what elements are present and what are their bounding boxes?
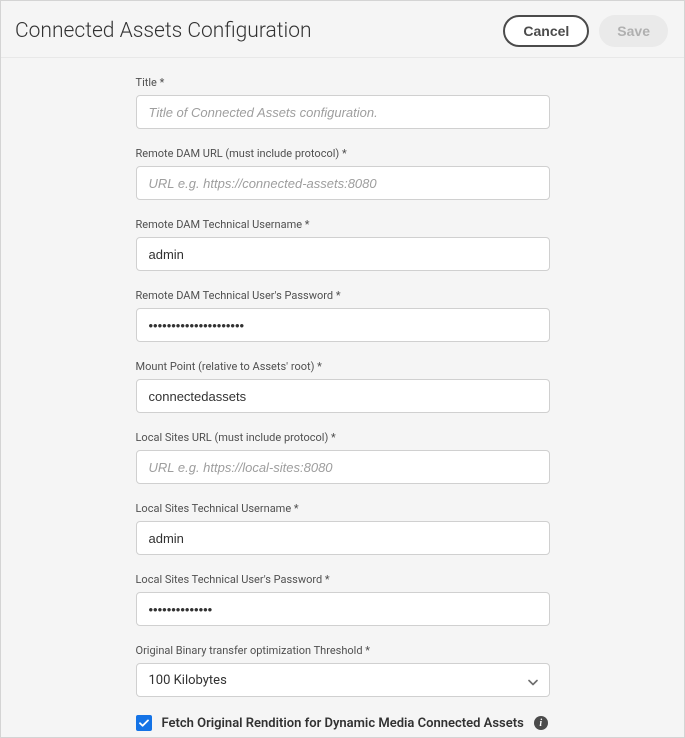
field-threshold: Original Binary transfer optimization Th… <box>136 644 550 697</box>
form-area: Title * Remote DAM URL (must include pro… <box>1 58 684 737</box>
label-local-sites-url: Local Sites URL (must include protocol) … <box>136 431 550 444</box>
checkmark-icon <box>139 719 149 728</box>
select-wrap-threshold: 100 Kilobytes <box>136 663 550 697</box>
checkbox-fetch-rendition[interactable] <box>136 715 152 731</box>
input-mount-point[interactable] <box>136 379 550 413</box>
label-remote-dam-pass: Remote DAM Technical User's Password * <box>136 289 550 302</box>
label-local-sites-user: Local Sites Technical Username * <box>136 502 550 515</box>
input-remote-dam-pass[interactable] <box>136 308 550 342</box>
input-local-sites-user[interactable] <box>136 521 550 555</box>
field-fetch-rendition: Fetch Original Rendition for Dynamic Med… <box>136 715 550 731</box>
label-mount-point: Mount Point (relative to Assets' root) * <box>136 360 550 373</box>
input-title[interactable] <box>136 95 550 129</box>
config-panel: Connected Assets Configuration Cancel Sa… <box>0 0 685 738</box>
label-title: Title * <box>136 76 550 89</box>
field-remote-dam-url: Remote DAM URL (must include protocol) * <box>136 147 550 200</box>
input-remote-dam-url[interactable] <box>136 166 550 200</box>
label-fetch-rendition: Fetch Original Rendition for Dynamic Med… <box>162 716 524 731</box>
field-mount-point: Mount Point (relative to Assets' root) * <box>136 360 550 413</box>
label-remote-dam-url: Remote DAM URL (must include protocol) * <box>136 147 550 160</box>
label-remote-dam-user: Remote DAM Technical Username * <box>136 218 550 231</box>
field-local-sites-pass: Local Sites Technical User's Password * <box>136 573 550 626</box>
field-remote-dam-user: Remote DAM Technical Username * <box>136 218 550 271</box>
field-remote-dam-pass: Remote DAM Technical User's Password * <box>136 289 550 342</box>
panel-header: Connected Assets Configuration Cancel Sa… <box>1 1 684 58</box>
label-local-sites-pass: Local Sites Technical User's Password * <box>136 573 550 586</box>
select-threshold[interactable]: 100 Kilobytes <box>136 663 550 697</box>
form-inner: Title * Remote DAM URL (must include pro… <box>136 76 550 737</box>
label-threshold: Original Binary transfer optimization Th… <box>136 644 550 657</box>
info-icon[interactable]: i <box>534 716 548 730</box>
input-local-sites-pass[interactable] <box>136 592 550 626</box>
page-title: Connected Assets Configuration <box>15 19 312 43</box>
save-button: Save <box>599 15 668 47</box>
field-local-sites-user: Local Sites Technical Username * <box>136 502 550 555</box>
field-title: Title * <box>136 76 550 129</box>
input-remote-dam-user[interactable] <box>136 237 550 271</box>
input-local-sites-url[interactable] <box>136 450 550 484</box>
header-actions: Cancel Save <box>503 15 668 47</box>
cancel-button[interactable]: Cancel <box>503 15 589 47</box>
field-local-sites-url: Local Sites URL (must include protocol) … <box>136 431 550 484</box>
